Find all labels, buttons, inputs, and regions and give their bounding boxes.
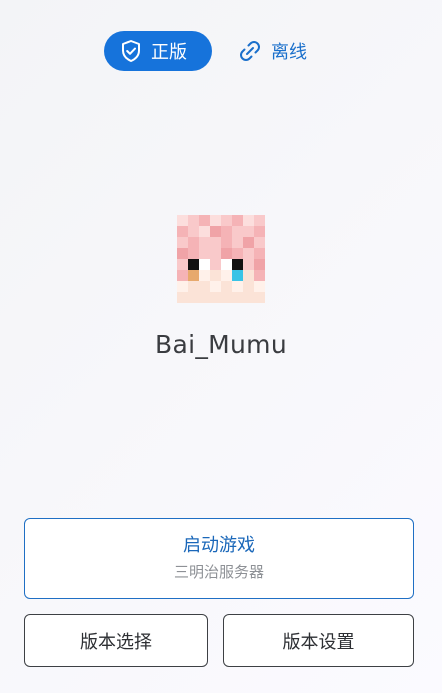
offline-mode-tab[interactable]: 离线 (226, 31, 319, 71)
launch-target-server: 三明治服务器 (173, 563, 264, 581)
version-select-button[interactable]: 版本选择 (24, 614, 208, 667)
launch-game-label: 启动游戏 (183, 535, 255, 556)
online-mode-tab[interactable]: 正版 (104, 31, 212, 71)
login-mode-switcher: 正版 离线 (104, 31, 319, 71)
player-name: Bai_Mumu (155, 330, 287, 359)
online-mode-label: 正版 (151, 42, 187, 63)
player-skin-head-icon (177, 215, 265, 303)
launch-game-button[interactable]: 启动游戏 三明治服务器 (24, 518, 414, 599)
link-broken-icon (238, 39, 262, 63)
version-settings-button[interactable]: 版本设置 (223, 614, 414, 667)
offline-mode-label: 离线 (271, 42, 307, 63)
shield-check-icon (120, 39, 142, 63)
